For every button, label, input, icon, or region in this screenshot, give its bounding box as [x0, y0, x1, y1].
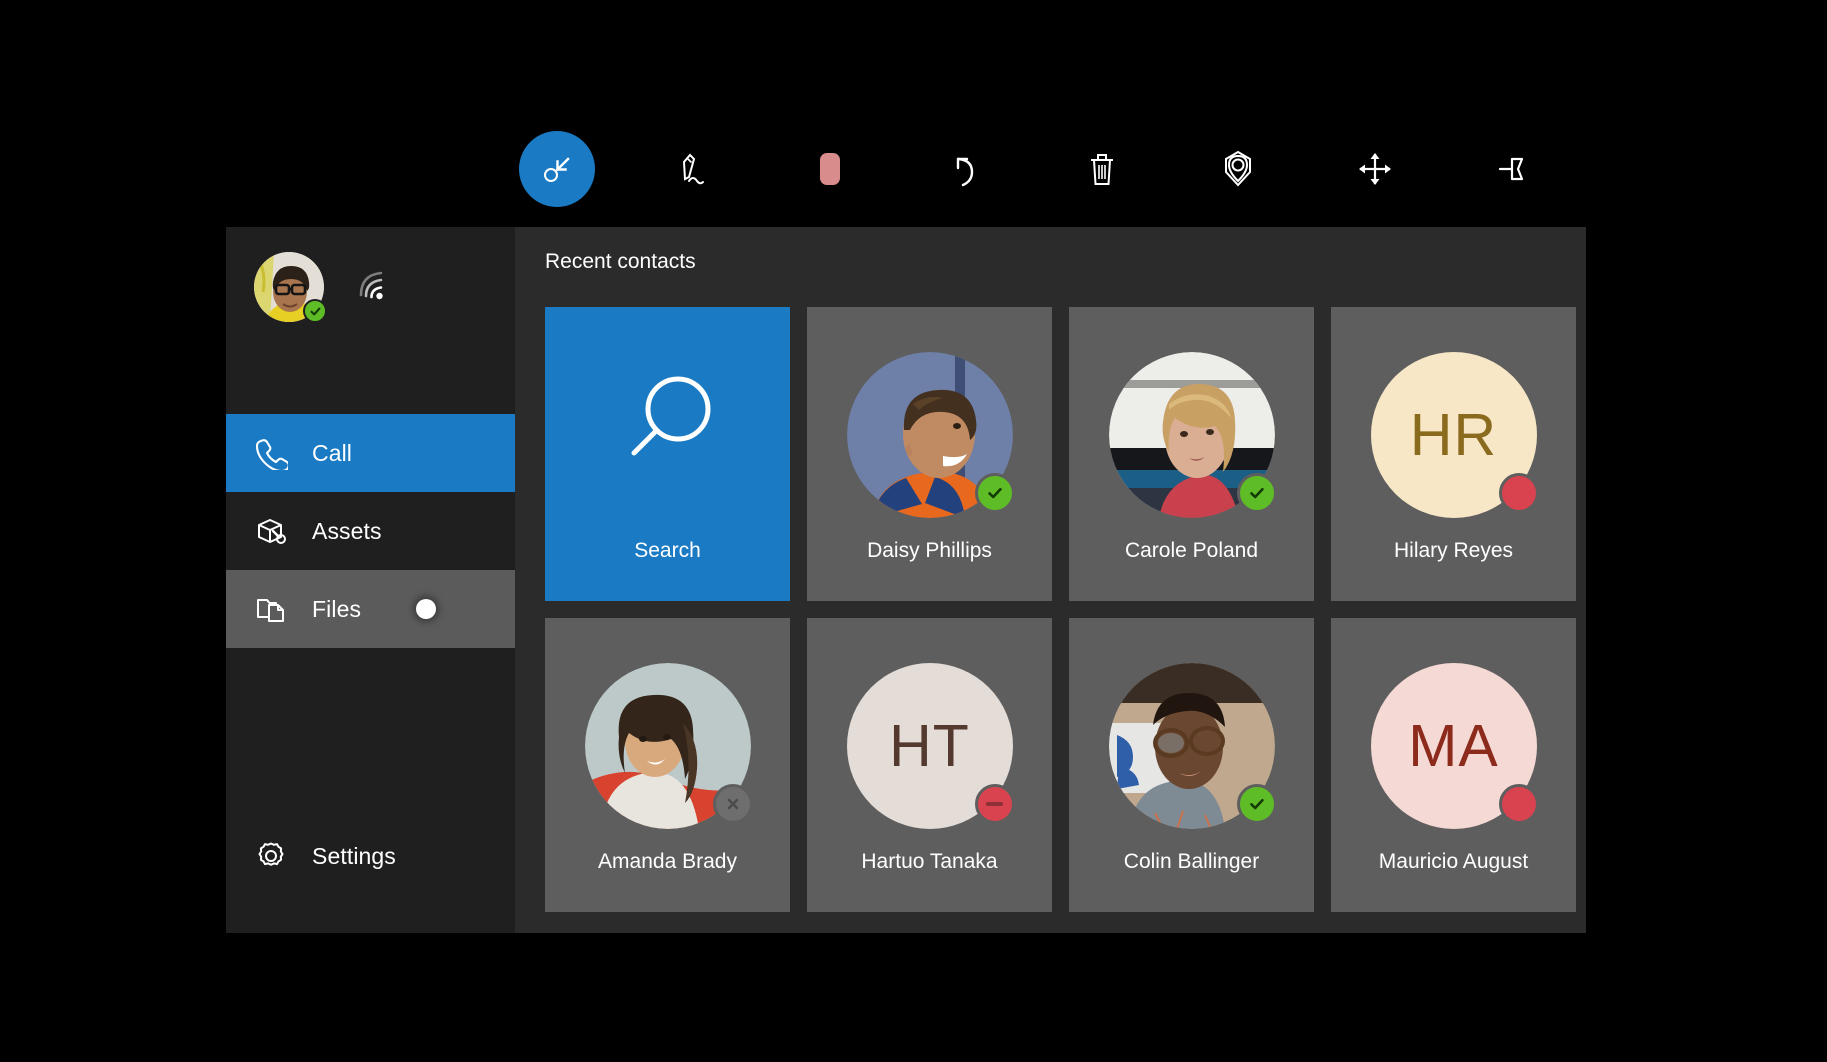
contact-tile[interactable]: HR Hilary Reyes	[1331, 307, 1576, 601]
sidebar-item-label: Assets	[312, 518, 382, 545]
pin-button[interactable]	[1473, 131, 1549, 207]
app-root: Call Assets	[0, 0, 1827, 1062]
gaze-cursor-dot	[416, 599, 436, 619]
holographic-toolbar	[519, 131, 1549, 207]
contact-name: Amanda Brady	[545, 850, 790, 874]
contact-avatar	[1109, 352, 1275, 518]
undo-arrow-icon	[943, 146, 989, 192]
move-arrows-icon	[1353, 147, 1397, 191]
contact-tile[interactable]: MA Mauricio August	[1331, 618, 1576, 912]
box-wrench-icon	[254, 514, 298, 548]
color-swatch-icon	[810, 145, 850, 193]
presence-badge-available	[1237, 473, 1277, 513]
contact-tile[interactable]: Colin Ballinger	[1069, 618, 1314, 912]
check-icon	[1248, 795, 1266, 813]
close-icon	[724, 795, 742, 813]
cursor-select-icon	[538, 150, 576, 188]
delete-button[interactable]	[1064, 131, 1140, 207]
contact-avatar	[1109, 663, 1275, 829]
select-tool-button[interactable]	[519, 131, 595, 207]
pushpin-icon	[1488, 146, 1534, 192]
sidebar-settings-group: Settings	[226, 817, 515, 895]
sidebar: Call Assets	[226, 227, 515, 933]
sidebar-item-files[interactable]: Files	[226, 570, 515, 648]
sidebar-item-settings[interactable]: Settings	[226, 817, 515, 895]
sidebar-nav: Call Assets	[226, 414, 515, 648]
contact-name: Colin Ballinger	[1069, 850, 1314, 874]
contacts-grid: Search	[545, 307, 1576, 912]
color-swatch-button[interactable]	[792, 131, 868, 207]
contact-tile[interactable]: HT Hartuo Tanaka	[807, 618, 1052, 912]
presence-badge-offline	[713, 784, 753, 824]
contact-tile[interactable]: Amanda Brady	[545, 618, 790, 912]
contact-tile[interactable]: Carole Poland	[1069, 307, 1314, 601]
signal-strength-icon	[356, 269, 392, 310]
sidebar-item-label: Files	[312, 596, 361, 623]
contact-name: Hartuo Tanaka	[807, 850, 1052, 874]
presence-badge-available	[303, 299, 327, 323]
move-button[interactable]	[1337, 131, 1413, 207]
sidebar-item-label: Settings	[312, 843, 396, 870]
presence-badge-busy	[1499, 473, 1539, 513]
presence-badge-dnd	[975, 784, 1015, 824]
presence-badge-available	[975, 473, 1015, 513]
profile-row[interactable]	[254, 252, 392, 322]
search-tile[interactable]: Search	[545, 307, 790, 601]
page-title: Recent contacts	[545, 250, 696, 274]
contact-name: Daisy Phillips	[807, 539, 1052, 563]
pen-ink-icon	[670, 146, 716, 192]
sidebar-item-assets[interactable]: Assets	[226, 492, 515, 570]
sidebar-item-label: Call	[312, 440, 352, 467]
contact-tile[interactable]: Daisy Phillips	[807, 307, 1052, 601]
location-pin-icon	[1213, 144, 1263, 194]
trash-icon	[1079, 146, 1125, 192]
call-app-panel: Call Assets	[226, 227, 1586, 933]
presence-badge-busy	[1499, 784, 1539, 824]
check-icon	[1248, 484, 1266, 502]
ink-tool-button[interactable]	[655, 131, 731, 207]
folder-file-icon	[254, 592, 298, 626]
contact-avatar: MA	[1371, 663, 1537, 829]
contact-initials: MA	[1408, 712, 1499, 780]
contact-initials: HT	[889, 712, 970, 780]
search-tile-label: Search	[545, 539, 790, 563]
contact-avatar: HR	[1371, 352, 1537, 518]
contact-avatar: HT	[847, 663, 1013, 829]
undo-button[interactable]	[928, 131, 1004, 207]
presence-badge-available	[1237, 784, 1277, 824]
gear-icon	[254, 839, 298, 873]
minus-icon	[986, 802, 1003, 806]
magnifier-icon	[614, 367, 722, 475]
place-anchor-button[interactable]	[1200, 131, 1276, 207]
contact-avatar	[847, 352, 1013, 518]
contact-name: Mauricio August	[1331, 850, 1576, 874]
sidebar-item-call[interactable]: Call	[226, 414, 515, 492]
contact-initials: HR	[1410, 401, 1497, 469]
avatar[interactable]	[254, 252, 324, 322]
check-icon	[309, 305, 322, 318]
contact-avatar	[585, 663, 751, 829]
phone-icon	[254, 436, 298, 470]
contact-name: Hilary Reyes	[1331, 539, 1576, 563]
check-icon	[986, 484, 1004, 502]
content-area: Recent contacts Search	[515, 227, 1586, 933]
contact-name: Carole Poland	[1069, 539, 1314, 563]
